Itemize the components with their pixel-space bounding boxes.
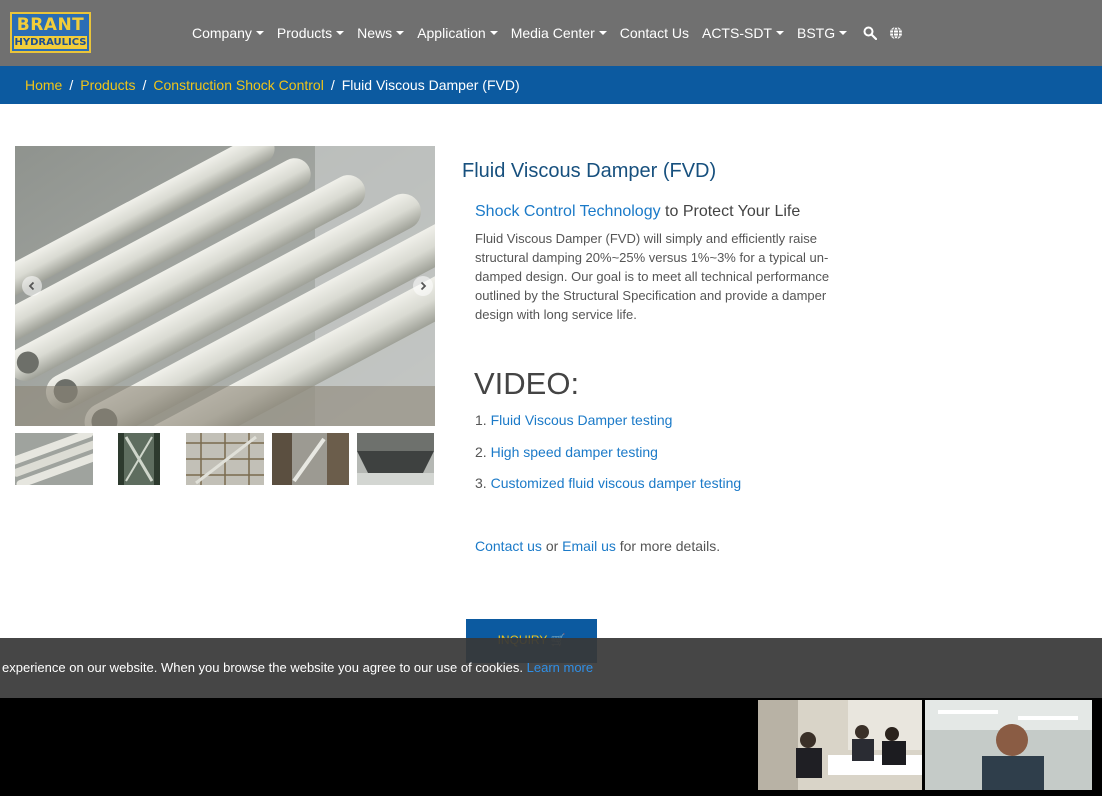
- thumbnail-image: [186, 433, 264, 485]
- breadcrumb: Home / Products / Construction Shock Con…: [0, 66, 1102, 104]
- damper-cylinders-photo: [15, 146, 435, 426]
- description-line: design with long service life.: [475, 307, 637, 322]
- caret-down-icon: [255, 31, 264, 35]
- video-call-participants-image: [758, 700, 1092, 790]
- nav-acts-sdt[interactable]: ACTS-SDT: [702, 25, 784, 41]
- nav-contact-us[interactable]: Contact Us: [620, 25, 689, 41]
- thumbnail-image: [272, 433, 349, 485]
- nav-company-label: Company: [192, 25, 252, 41]
- video-number: 2.: [475, 444, 491, 460]
- subheading-text: to Protect Your Life: [660, 203, 801, 220]
- caret-down-icon: [489, 31, 498, 35]
- search-icon[interactable]: [862, 25, 878, 41]
- logo-text-hydraulics: HYDRAULICS: [14, 36, 87, 49]
- video-number: 3.: [475, 475, 491, 491]
- thumbnail-image: [118, 433, 160, 485]
- main-nav: Company Products News Application Media …: [192, 0, 912, 66]
- video-heading: VIDEO:: [474, 366, 580, 401]
- breadcrumb-separator: /: [142, 77, 147, 93]
- globe-icon[interactable]: [888, 25, 904, 41]
- contact-rest-text: for more details.: [615, 538, 721, 554]
- nav-contact-us-label: Contact Us: [619, 25, 689, 41]
- video-link-high-speed-testing[interactable]: High speed damper testing: [491, 444, 658, 460]
- cookie-consent-bar: experience on our website. When you brow…: [0, 638, 1102, 698]
- description-line: structural damping 20%~25% versus 1%~3% …: [475, 250, 829, 265]
- caret-down-icon: [775, 31, 784, 35]
- carousel-next-arrow-icon[interactable]: [413, 276, 433, 296]
- caret-down-icon: [336, 31, 345, 35]
- brant-hydraulics-logo[interactable]: BRANT HYDRAULICS: [10, 12, 91, 53]
- cookie-message: experience on our website. When you brow…: [2, 660, 527, 675]
- thumbnail-4[interactable]: [272, 433, 349, 485]
- nav-news[interactable]: News: [357, 25, 405, 41]
- cookie-text: experience on our website. When you brow…: [2, 660, 593, 675]
- nav-products[interactable]: Products: [276, 25, 345, 41]
- video-link-customized-testing[interactable]: Customized fluid viscous damper testing: [491, 475, 742, 491]
- video-number: 1.: [475, 412, 491, 428]
- description-line: damped design. Our goal is to meet all t…: [475, 269, 830, 284]
- site-header: BRANT HYDRAULICS Company Products News A…: [0, 0, 1102, 66]
- thumbnail-image: [15, 433, 93, 485]
- video-list-item: 1. Fluid Viscous Damper testing: [475, 412, 672, 428]
- contact-us-link[interactable]: Contact us: [475, 538, 542, 554]
- nav-company[interactable]: Company: [192, 25, 264, 41]
- nav-bstg-label: BSTG: [796, 25, 836, 41]
- breadcrumb-separator: /: [69, 77, 74, 93]
- caret-down-icon: [839, 31, 848, 35]
- thumbnail-2[interactable]: [118, 433, 160, 485]
- thumbnail-1[interactable]: [15, 433, 93, 485]
- contact-or-text: or: [541, 538, 563, 554]
- video-call-overlay: [758, 700, 1092, 790]
- nav-news-label: News: [357, 25, 393, 41]
- video-link-fvd-testing[interactable]: Fluid Viscous Damper testing: [491, 412, 673, 428]
- thumbnail-image: [357, 433, 434, 485]
- video-list-item: 3. Customized fluid viscous damper testi…: [475, 475, 741, 491]
- caret-down-icon: [396, 31, 405, 35]
- thumbnail-5[interactable]: [357, 433, 434, 485]
- caret-down-icon: [598, 31, 607, 35]
- product-subheading: Shock Control Technology to Protect Your…: [475, 203, 800, 221]
- nav-products-label: Products: [276, 25, 333, 41]
- nav-acts-sdt-label: ACTS-SDT: [701, 25, 772, 41]
- product-main-photo[interactable]: [15, 146, 435, 426]
- product-description: Fluid Viscous Damper (FVD) will simply a…: [475, 229, 865, 324]
- product-title: Fluid Viscous Damper (FVD): [462, 160, 717, 182]
- logo-text-brant: BRANT: [16, 15, 85, 35]
- contact-line: Contact us or Email us for more details.: [475, 538, 720, 554]
- nav-application[interactable]: Application: [417, 25, 498, 41]
- cookie-learn-more-link[interactable]: Learn more: [527, 660, 593, 675]
- carousel-prev-arrow-icon[interactable]: [22, 276, 42, 296]
- nav-bstg[interactable]: BSTG: [796, 25, 848, 41]
- shock-control-technology-link[interactable]: Shock Control Technology: [475, 203, 661, 220]
- video-list-item: 2. High speed damper testing: [475, 444, 658, 460]
- email-us-link[interactable]: Email us: [562, 538, 616, 554]
- thumbnail-3[interactable]: [186, 433, 264, 485]
- breadcrumb-construction-shock-control[interactable]: Construction Shock Control: [153, 77, 323, 93]
- nav-media-center-label: Media Center: [510, 25, 595, 41]
- breadcrumb-current: Fluid Viscous Damper (FVD): [341, 77, 520, 93]
- nav-media-center[interactable]: Media Center: [511, 25, 607, 41]
- description-line: outlined by the Structural Specification…: [475, 288, 827, 303]
- page: BRANT HYDRAULICS Company Products News A…: [0, 0, 1102, 796]
- breadcrumb-products[interactable]: Products: [80, 77, 135, 93]
- breadcrumb-separator: /: [330, 77, 335, 93]
- breadcrumb-home[interactable]: Home: [25, 77, 62, 93]
- description-line: Fluid Viscous Damper (FVD) will simply a…: [475, 231, 817, 246]
- nav-application-label: Application: [417, 25, 486, 41]
